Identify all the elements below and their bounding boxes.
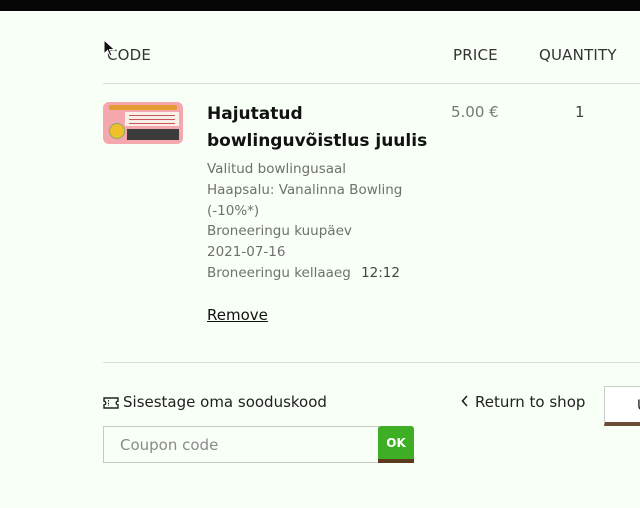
item-price: 5.00 € — [451, 103, 499, 121]
col-header-price: PRICE — [453, 46, 498, 64]
thumbnail-text-line — [129, 115, 175, 116]
return-to-shop-link[interactable]: Return to shop — [461, 393, 585, 411]
item-quantity[interactable]: 1 — [575, 103, 585, 121]
item-divider — [103, 362, 640, 363]
update-cart-button[interactable]: U — [604, 386, 640, 426]
ticket-icon — [103, 395, 119, 413]
product-name[interactable]: Hajutatud bowlinguvõistlus juulis — [207, 101, 437, 155]
discount-note: (-10%*) — [207, 203, 260, 219]
return-to-shop-label: Return to shop — [475, 393, 586, 411]
col-header-quantity: QUANTITY — [539, 46, 617, 64]
chevron-left-icon — [461, 393, 469, 411]
header-divider — [103, 83, 640, 84]
hall-value: Haapsalu: Vanalinna Bowling — [207, 182, 403, 198]
coupon-code-input[interactable] — [103, 426, 379, 463]
mouse-cursor-icon — [103, 39, 116, 57]
product-thumbnail[interactable] — [103, 102, 183, 144]
coupon-label-text: Sisestage oma sooduskood — [123, 393, 327, 411]
hall-label: Valitud bowlingusaal — [207, 161, 347, 177]
thumbnail-banner — [109, 105, 177, 110]
thumbnail-bowling-lane — [127, 129, 179, 140]
apply-coupon-button[interactable]: OK — [378, 426, 414, 463]
date-value: 2021-07-16 — [207, 244, 286, 260]
thumbnail-badge — [109, 123, 125, 139]
coupon-label: Sisestage oma sooduskood — [103, 393, 327, 413]
remove-link[interactable]: Remove — [207, 306, 268, 324]
time-value: 12:12 — [361, 265, 400, 281]
time-label: Broneeringu kellaaeg — [207, 265, 351, 281]
thumbnail-text-line — [129, 123, 175, 124]
top-bar — [0, 0, 640, 11]
date-label: Broneeringu kuupäev — [207, 223, 352, 239]
time-row: Broneeringu kellaaeg 12:12 — [207, 263, 400, 284]
thumbnail-text-line — [129, 119, 175, 120]
